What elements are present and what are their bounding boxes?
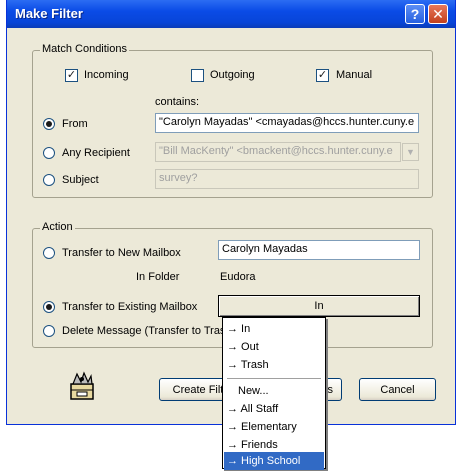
outgoing-checkbox[interactable]: [191, 69, 204, 82]
dropdown-separator: [227, 378, 321, 379]
subject-label: Subject: [62, 174, 99, 186]
title-bar[interactable]: Make Filter ? ✕: [7, 0, 455, 28]
from-radio[interactable]: [43, 118, 55, 130]
dropdown-item-out[interactable]: → Out: [224, 338, 324, 356]
outgoing-label: Outgoing: [210, 69, 255, 81]
any-recipient-radio[interactable]: [43, 147, 55, 159]
dropdown-item-elementary[interactable]: → Elementary: [224, 418, 324, 436]
manual-checkbox[interactable]: [316, 69, 329, 82]
contains-label: contains:: [155, 96, 200, 108]
manual-label: Manual: [336, 69, 373, 81]
eudora-filter-icon: [70, 371, 94, 400]
in-folder-value: Eudora: [220, 271, 256, 283]
mailbox-dropdown-menu: → In → Out → Trash New... → All Staff → …: [222, 317, 326, 470]
any-recipient-label: Any Recipient: [62, 147, 130, 159]
any-recipient-field[interactable]: "Bill MacKenty" <bmackent@hccs.hunter.cu…: [155, 142, 401, 162]
action-label: Action: [40, 221, 75, 233]
cancel-button[interactable]: Cancel: [359, 378, 436, 401]
window-title: Make Filter: [15, 6, 83, 21]
transfer-new-label: Transfer to New Mailbox: [62, 247, 181, 259]
delete-message-radio[interactable]: [43, 325, 55, 337]
subject-radio[interactable]: [43, 174, 55, 186]
incoming-checkbox[interactable]: [65, 69, 78, 82]
close-icon: ✕: [432, 5, 444, 22]
from-label: From: [62, 118, 88, 130]
from-field[interactable]: "Carolyn Mayadas" <cmayadas@hccs.hunter.…: [155, 113, 419, 133]
mailbox-popup-button[interactable]: In: [218, 295, 420, 317]
transfer-existing-radio[interactable]: [43, 301, 55, 313]
dropdown-item-in[interactable]: → In: [224, 320, 324, 338]
match-conditions-label: Match Conditions: [40, 43, 129, 55]
delete-message-label: Delete Message (Transfer to Tras: [62, 325, 226, 337]
new-mailbox-name-field[interactable]: Carolyn Mayadas: [218, 240, 420, 260]
help-icon: ?: [410, 6, 420, 22]
transfer-new-radio[interactable]: [43, 247, 55, 259]
in-folder-label: In Folder: [136, 271, 180, 283]
dropdown-item-trash[interactable]: → Trash: [224, 356, 324, 374]
subject-field[interactable]: survey?: [155, 169, 419, 189]
incoming-label: Incoming: [84, 69, 129, 81]
dropdown-item-high-school[interactable]: → High School: [224, 452, 324, 470]
chevron-down-icon[interactable]: ▼: [402, 143, 419, 161]
dropdown-item-all-staff[interactable]: → All Staff: [224, 400, 324, 418]
close-button[interactable]: ✕: [428, 4, 448, 24]
dropdown-item-new[interactable]: New...: [224, 382, 324, 400]
help-button[interactable]: ?: [405, 4, 425, 24]
transfer-existing-label: Transfer to Existing Mailbox: [62, 301, 198, 313]
